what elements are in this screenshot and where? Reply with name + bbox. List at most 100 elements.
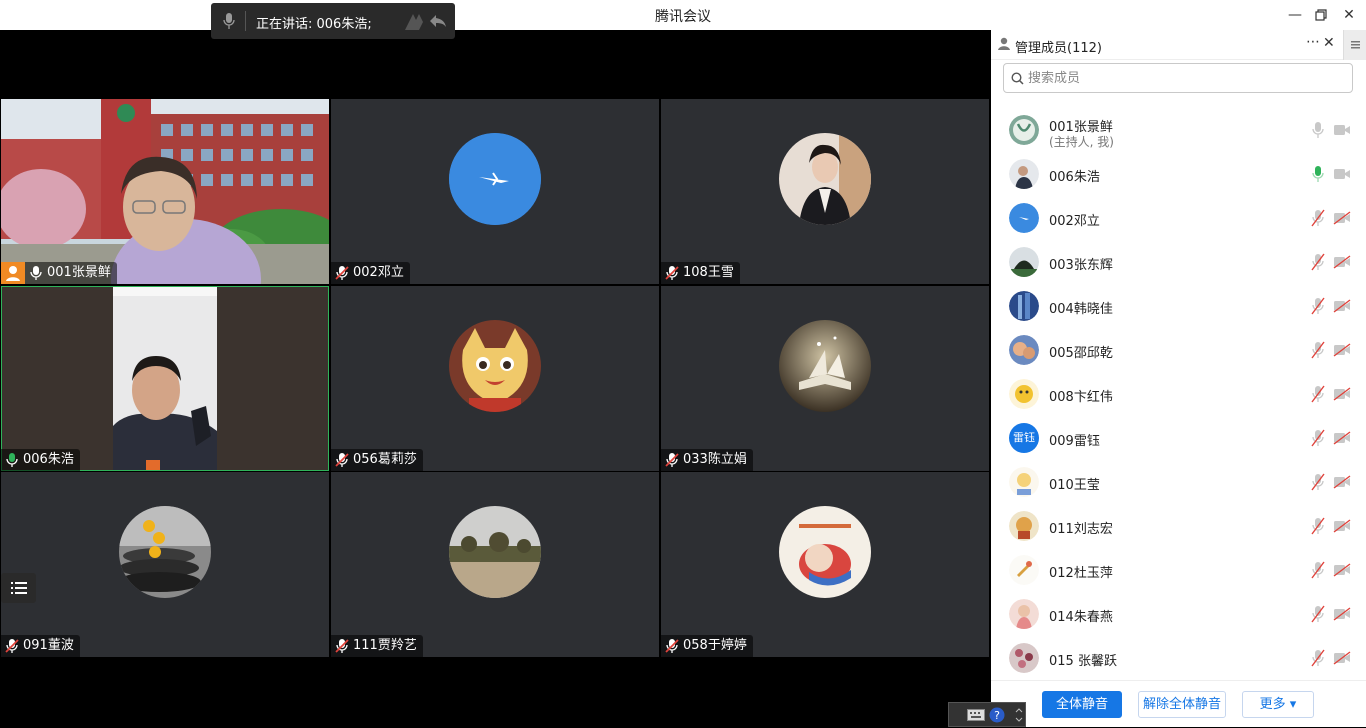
- participant-name: 006朱浩: [23, 452, 74, 467]
- member-name: 012杜玉萍: [1049, 566, 1113, 581]
- member-avatar: [1009, 599, 1039, 629]
- keyboard-icon[interactable]: [967, 709, 985, 721]
- search-input[interactable]: [1028, 68, 1328, 88]
- video-tile[interactable]: 001张景鲜: [1, 99, 329, 284]
- participant-name: 002邓立: [353, 265, 404, 280]
- participant-name-tag: 001张景鲜: [25, 262, 117, 284]
- camera-off-icon[interactable]: [1333, 431, 1351, 445]
- more-options-icon[interactable]: ⋯: [1306, 34, 1320, 50]
- layout-list-button[interactable]: [1, 573, 36, 603]
- more-button[interactable]: 更多 ▾: [1242, 691, 1314, 718]
- member-row[interactable]: 006朱浩: [991, 152, 1366, 196]
- mic-muted-icon[interactable]: [1311, 385, 1325, 403]
- mute-all-button[interactable]: 全体静音: [1042, 691, 1122, 718]
- participant-name-tag: 033陈立娟: [661, 449, 753, 471]
- tray-scroll[interactable]: [1015, 706, 1023, 724]
- hand-icon[interactable]: [401, 12, 427, 32]
- mic-muted-icon[interactable]: [1311, 209, 1325, 227]
- svg-text:?: ?: [994, 709, 1000, 722]
- participant-name: 001张景鲜: [47, 265, 111, 280]
- video-tile[interactable]: 002邓立: [331, 99, 659, 284]
- restore-button[interactable]: [1311, 5, 1331, 25]
- video-tile[interactable]: 111贾羚艺: [331, 472, 659, 657]
- mic-muted-icon[interactable]: [1311, 297, 1325, 315]
- member-panel-title: 管理成员(112): [1015, 41, 1102, 56]
- camera-off-icon[interactable]: [1333, 343, 1351, 357]
- participant-avatar: [449, 133, 541, 225]
- camera-off-icon[interactable]: [1333, 651, 1351, 665]
- side-menu-button[interactable]: [1343, 30, 1366, 60]
- participant-name-tag: 056葛莉莎: [331, 449, 423, 471]
- menu-icon: [1351, 41, 1360, 49]
- camera-off-icon[interactable]: [1333, 211, 1351, 225]
- video-tile[interactable]: 091董波: [1, 472, 329, 657]
- mic-muted-icon[interactable]: [1311, 517, 1325, 535]
- user-icon: [998, 37, 1010, 50]
- camera-off-icon[interactable]: [1333, 519, 1351, 533]
- member-panel-footer: 全体静音 解除全体静音 更多 ▾: [991, 680, 1366, 727]
- mic-muted-icon[interactable]: [1311, 473, 1325, 491]
- participant-name: 091董波: [23, 638, 74, 653]
- member-avatar: [1009, 555, 1039, 585]
- member-name: 011刘志宏: [1049, 522, 1113, 537]
- mic-speaking-icon[interactable]: [1311, 165, 1325, 183]
- divider: [245, 11, 246, 31]
- mic-icon[interactable]: [1311, 121, 1325, 139]
- member-row[interactable]: 011刘志宏: [991, 504, 1366, 548]
- camera-off-icon[interactable]: [1333, 475, 1351, 489]
- member-name: 015 张馨跃: [1049, 654, 1117, 669]
- member-row[interactable]: 008卞红伟: [991, 372, 1366, 416]
- camera-off-icon[interactable]: [1333, 299, 1351, 313]
- host-badge: [1, 262, 25, 284]
- school-video: [1, 99, 329, 284]
- camera-off-icon[interactable]: [1333, 563, 1351, 577]
- camera-icon[interactable]: [1333, 123, 1351, 137]
- mic-icon: [30, 266, 42, 280]
- help-icon[interactable]: ?: [989, 707, 1005, 723]
- mic-muted-icon[interactable]: [1311, 649, 1325, 667]
- member-search[interactable]: [1003, 63, 1353, 93]
- member-row[interactable]: 015 张馨跃: [991, 636, 1366, 680]
- member-avatar: [1009, 643, 1039, 673]
- camera-off-icon[interactable]: [1333, 387, 1351, 401]
- mic-muted-icon[interactable]: [1311, 429, 1325, 447]
- member-row[interactable]: 010王莹: [991, 460, 1366, 504]
- video-tile-active[interactable]: 006朱浩: [1, 286, 329, 471]
- mic-muted-icon: [665, 266, 679, 280]
- participant-name-tag: 091董波: [1, 635, 80, 657]
- mic-speaking-icon: [6, 453, 18, 467]
- member-avatar-text: 雷钰: [1009, 423, 1039, 453]
- member-row[interactable]: 003张东辉: [991, 240, 1366, 284]
- man-video: [1, 286, 329, 471]
- camera-icon[interactable]: [1333, 167, 1351, 181]
- member-avatar: [1009, 335, 1039, 365]
- title-bar: 腾讯会议 — ✕: [0, 0, 1366, 30]
- member-row[interactable]: 001张景鲜 (主持人, 我): [991, 108, 1366, 152]
- member-row[interactable]: 005邵邱乾: [991, 328, 1366, 372]
- mic-muted-icon[interactable]: [1311, 253, 1325, 271]
- unmute-all-button[interactable]: 解除全体静音: [1138, 691, 1226, 718]
- video-tile[interactable]: 108王雪: [661, 99, 989, 284]
- participant-avatar: [449, 320, 541, 412]
- video-tile[interactable]: 033陈立娟: [661, 286, 989, 471]
- close-button[interactable]: ✕: [1339, 5, 1359, 25]
- member-row[interactable]: 004韩晓佳: [991, 284, 1366, 328]
- video-tile[interactable]: 056葛莉莎: [331, 286, 659, 471]
- minimize-button[interactable]: —: [1285, 5, 1305, 25]
- participant-name-tag: 058于婷婷: [661, 635, 753, 657]
- participant-name-tag: 002邓立: [331, 262, 410, 284]
- collapse-icon[interactable]: [429, 13, 447, 29]
- mic-muted-icon: [5, 639, 19, 653]
- camera-off-icon[interactable]: [1333, 607, 1351, 621]
- member-row[interactable]: 雷钰 009雷钰: [991, 416, 1366, 460]
- member-row[interactable]: 014朱春燕: [991, 592, 1366, 636]
- mic-muted-icon[interactable]: [1311, 561, 1325, 579]
- member-name: 004韩晓佳: [1049, 302, 1113, 317]
- camera-off-icon[interactable]: [1333, 255, 1351, 269]
- member-row[interactable]: 012杜玉萍: [991, 548, 1366, 592]
- mic-muted-icon[interactable]: [1311, 341, 1325, 359]
- mic-muted-icon[interactable]: [1311, 605, 1325, 623]
- close-panel-icon[interactable]: ✕: [1323, 35, 1335, 51]
- video-tile[interactable]: 058于婷婷: [661, 472, 989, 657]
- member-row[interactable]: 002邓立: [991, 196, 1366, 240]
